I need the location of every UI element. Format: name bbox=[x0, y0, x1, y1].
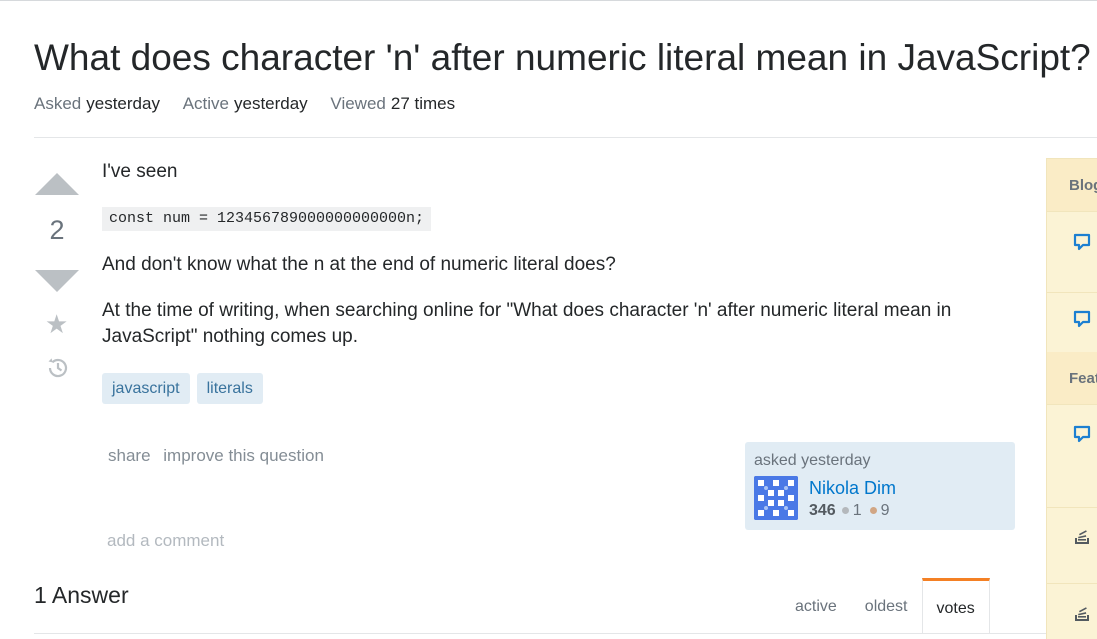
tab-oldest[interactable]: oldest bbox=[851, 578, 922, 633]
user-avatar[interactable] bbox=[754, 476, 798, 520]
tag-list: javascript literals bbox=[102, 373, 263, 404]
silver-badge-icon bbox=[841, 506, 849, 514]
viewed-label: Viewed bbox=[330, 94, 386, 113]
stack-exchange-icon bbox=[1075, 607, 1089, 621]
add-comment-link[interactable]: add a comment bbox=[107, 531, 224, 551]
reputation-score: 346 bbox=[809, 502, 836, 519]
asked-label: Asked bbox=[34, 94, 82, 113]
speech-bubble-icon bbox=[1073, 425, 1091, 443]
tag-javascript[interactable]: javascript bbox=[102, 373, 190, 404]
answer-sort-tabs: active oldest votes bbox=[781, 578, 990, 633]
post-paragraph: At the time of writing, when searching o… bbox=[102, 300, 952, 347]
sidebar-divider bbox=[1047, 292, 1097, 293]
sidebar-divider bbox=[1047, 583, 1097, 584]
bronze-badge-count: 9 bbox=[880, 502, 890, 519]
history-icon[interactable] bbox=[46, 356, 70, 380]
active-value[interactable]: yesterday bbox=[234, 94, 308, 113]
favorite-star-icon[interactable]: ★ bbox=[45, 310, 68, 338]
owner-signature-card: asked yesterday Nikola Dim 346 1 9 bbox=[745, 442, 1015, 530]
inline-code: const num = 123456789000000000000n; bbox=[102, 207, 432, 231]
sidebar-header-featured: Featured bbox=[1047, 352, 1097, 405]
asked-time: asked yesterday bbox=[754, 452, 871, 469]
speech-bubble-icon bbox=[1073, 310, 1091, 328]
vote-down-arrow-icon[interactable] bbox=[35, 270, 79, 292]
speech-bubble-icon bbox=[1073, 233, 1091, 251]
improve-question-link[interactable]: improve this question bbox=[163, 446, 324, 465]
tag-literals[interactable]: literals bbox=[196, 373, 263, 404]
viewed-value: 27 times bbox=[390, 94, 456, 113]
vote-count: 2 bbox=[49, 215, 65, 245]
header-divider bbox=[34, 137, 1097, 138]
vote-up-arrow-icon[interactable] bbox=[35, 173, 79, 195]
answers-count-header: 1 Answer bbox=[34, 582, 129, 608]
sidebar-divider bbox=[1047, 507, 1097, 508]
stack-exchange-icon bbox=[1075, 530, 1089, 544]
question-title[interactable]: What does character 'n' after numeric li… bbox=[34, 36, 1091, 80]
sidebar-featured-widget: Blog Featured bbox=[1046, 158, 1097, 639]
silver-badge-count: 1 bbox=[852, 502, 862, 519]
question-stats: Asked yesterday Active yesterday Viewed 27 … bbox=[34, 93, 473, 115]
user-reputation: 346 1 9 bbox=[809, 502, 890, 520]
post-paragraph: I've seen bbox=[102, 161, 178, 182]
asked-value[interactable]: yesterday bbox=[86, 94, 160, 113]
tab-active[interactable]: active bbox=[781, 578, 851, 633]
sidebar-header-label: Blog bbox=[1069, 177, 1097, 194]
post-paragraph: And don't know what the n at the end of … bbox=[102, 254, 616, 275]
asked-stat: Asked yesterday bbox=[34, 93, 160, 115]
active-label: Active bbox=[182, 94, 229, 113]
user-name-link[interactable]: Nikola Dim bbox=[809, 478, 896, 499]
bronze-badge-icon bbox=[869, 506, 877, 514]
tab-votes[interactable]: votes bbox=[921, 578, 990, 633]
post-menu: share improve this question bbox=[108, 446, 332, 466]
sidebar-header-blog: Blog bbox=[1047, 159, 1097, 212]
sidebar-header-label: Featured bbox=[1069, 370, 1097, 387]
answers-divider bbox=[34, 633, 1097, 634]
viewed-stat: Viewed 27 times bbox=[330, 93, 455, 115]
active-stat: Active yesterday bbox=[183, 93, 308, 115]
top-border bbox=[0, 0, 1097, 1]
share-link[interactable]: share bbox=[108, 446, 151, 465]
